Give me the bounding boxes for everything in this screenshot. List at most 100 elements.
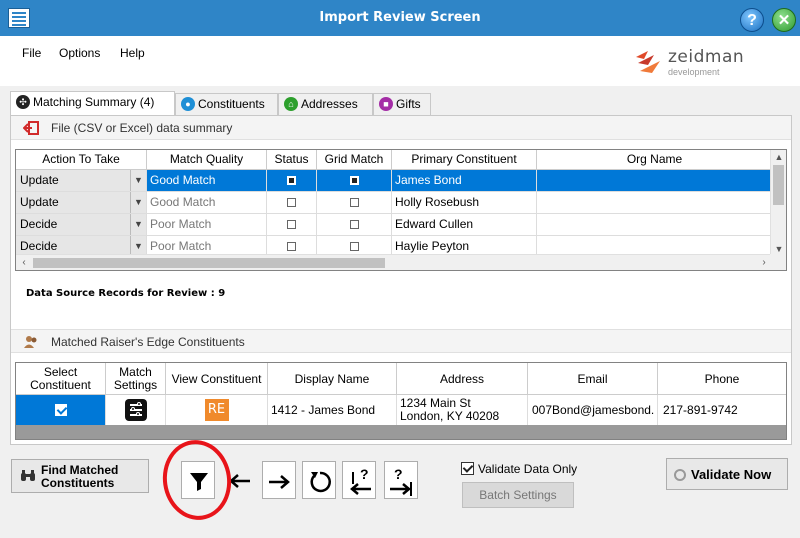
table-row[interactable]: RE 1412 - James Bond 1234 Main St London…: [16, 395, 786, 425]
table-row[interactable]: Decide ▼ Poor Match Edward Cullen: [16, 214, 772, 236]
primary-constituent-cell: James Bond: [392, 170, 537, 192]
table-row[interactable]: Update ▼ Good Match James Bond: [16, 170, 772, 192]
matching-summary-icon: ✣: [16, 95, 30, 109]
col-match-settings[interactable]: Match Settings: [106, 363, 166, 395]
scroll-left-icon[interactable]: ‹: [16, 255, 32, 270]
next-question-button[interactable]: ?: [384, 461, 418, 499]
col-email[interactable]: Email: [528, 363, 658, 395]
email-cell: 007Bond@jamesbond.: [528, 395, 658, 425]
tab-constituents[interactable]: ● Constituents: [175, 93, 278, 115]
constituents-icon: ●: [181, 97, 195, 111]
action-dropdown[interactable]: Decide ▼: [16, 214, 147, 236]
people-icon: [24, 336, 37, 348]
tab-label: Gifts: [396, 97, 421, 111]
tab-label: Addresses: [301, 97, 358, 111]
scrollbar-corner: [770, 254, 786, 270]
chevron-down-icon[interactable]: ▼: [130, 170, 146, 191]
matched-section-header: Matched Raiser's Edge Constituents: [11, 329, 791, 353]
table-row[interactable]: Update ▼ Good Match Holly Rosebush: [16, 192, 772, 214]
col-status[interactable]: Status: [267, 150, 317, 170]
select-constituent-checkbox[interactable]: [54, 404, 67, 416]
next-button[interactable]: [262, 461, 296, 499]
horizontal-scrollbar[interactable]: ‹ ›: [16, 254, 772, 270]
menu-help[interactable]: Help: [120, 46, 145, 60]
col-display-name[interactable]: Display Name: [268, 363, 397, 395]
status-checkbox[interactable]: [287, 220, 296, 230]
tab-label: Matching Summary (4): [33, 95, 155, 109]
tab-addresses[interactable]: ⌂ Addresses: [278, 93, 373, 115]
annotation-circle: [157, 435, 237, 525]
col-view-constituent[interactable]: View Constituent: [166, 363, 268, 395]
chevron-down-icon[interactable]: ▼: [130, 192, 146, 213]
chevron-down-icon[interactable]: ▼: [130, 214, 146, 235]
refresh-icon: [310, 471, 331, 493]
tab-gifts[interactable]: ■ Gifts: [373, 93, 431, 115]
refresh-button[interactable]: [302, 461, 336, 499]
col-phone[interactable]: Phone: [658, 363, 786, 395]
action-value: Update: [20, 195, 59, 209]
match-quality-cell: Good Match: [147, 192, 267, 214]
primary-constituent-cell: Edward Cullen: [392, 214, 537, 236]
action-value: Update: [20, 173, 59, 187]
action-value: Decide: [20, 217, 58, 231]
org-name-cell: [537, 170, 772, 192]
svg-text:?: ?: [360, 466, 369, 482]
next-question-icon: ?: [390, 466, 412, 496]
scroll-thumb[interactable]: [33, 258, 385, 268]
select-constituent-cell[interactable]: [16, 395, 106, 425]
find-matched-label: Find Matched Constituents: [41, 464, 118, 490]
grid-match-checkbox[interactable]: [349, 242, 359, 252]
col-action-to-take[interactable]: Action To Take: [16, 150, 147, 170]
grid-match-checkbox[interactable]: [349, 198, 359, 208]
validate-data-only-label: Validate Data Only: [478, 462, 578, 476]
status-checkbox[interactable]: [287, 176, 296, 186]
match-quality-cell: Poor Match: [147, 214, 267, 236]
batch-settings-button[interactable]: Batch Settings: [462, 482, 574, 508]
col-select-constituent[interactable]: Select Constituent: [16, 363, 106, 395]
grid-match-checkbox-cell[interactable]: [317, 192, 392, 214]
close-button[interactable]: ✕: [772, 8, 796, 32]
col-match-quality[interactable]: Match Quality: [147, 150, 267, 170]
validate-now-button[interactable]: Validate Now: [666, 458, 788, 490]
binoculars-icon: [21, 470, 35, 481]
status-checkbox-cell[interactable]: [267, 170, 317, 192]
tab-label: Constituents: [198, 97, 265, 111]
grid-match-checkbox[interactable]: [349, 176, 359, 186]
matching-grid-header: Action To Take Match Quality Status Grid…: [16, 150, 772, 170]
grid-match-checkbox-cell[interactable]: [317, 170, 392, 192]
col-org-name[interactable]: Org Name: [537, 150, 772, 170]
scroll-up-icon[interactable]: ▲: [771, 150, 786, 164]
match-settings-icon[interactable]: [124, 399, 147, 421]
scroll-thumb[interactable]: [773, 165, 784, 205]
grid-match-checkbox[interactable]: [349, 220, 359, 230]
col-grid-match[interactable]: Grid Match: [317, 150, 392, 170]
status-checkbox-cell[interactable]: [267, 214, 317, 236]
status-checkbox[interactable]: [287, 198, 296, 208]
action-dropdown[interactable]: Update ▼: [16, 192, 147, 214]
validate-data-only-checkbox[interactable]: [461, 462, 474, 475]
status-checkbox[interactable]: [287, 242, 296, 252]
raisers-edge-icon[interactable]: RE: [204, 399, 229, 421]
menu-file[interactable]: File: [22, 46, 41, 60]
find-matched-constituents-button[interactable]: Find Matched Constituents: [11, 459, 149, 493]
validate-icon: [674, 469, 686, 481]
import-file-icon: [23, 121, 39, 135]
help-button[interactable]: ?: [740, 8, 764, 32]
logo-tagline: development: [668, 67, 720, 77]
vertical-scrollbar[interactable]: ▲ ▼: [770, 150, 786, 256]
matching-grid: Action To Take Match Quality Status Grid…: [15, 149, 787, 271]
grid-match-checkbox-cell[interactable]: [317, 214, 392, 236]
previous-question-button[interactable]: ?: [342, 461, 376, 499]
col-primary-constituent[interactable]: Primary Constituent: [392, 150, 537, 170]
svg-text:?: ?: [394, 466, 403, 482]
match-settings-cell[interactable]: [106, 395, 166, 425]
phone-cell: 217-891-9742: [663, 403, 738, 417]
view-constituent-cell[interactable]: RE: [166, 395, 268, 425]
action-dropdown[interactable]: Update ▼: [16, 170, 147, 192]
col-address[interactable]: Address: [397, 363, 528, 395]
arrow-right-icon: [269, 475, 290, 489]
menu-options[interactable]: Options: [59, 46, 100, 60]
tab-matching-summary[interactable]: ✣ Matching Summary (4): [10, 91, 175, 115]
prev-question-icon: ?: [350, 466, 371, 495]
status-checkbox-cell[interactable]: [267, 192, 317, 214]
